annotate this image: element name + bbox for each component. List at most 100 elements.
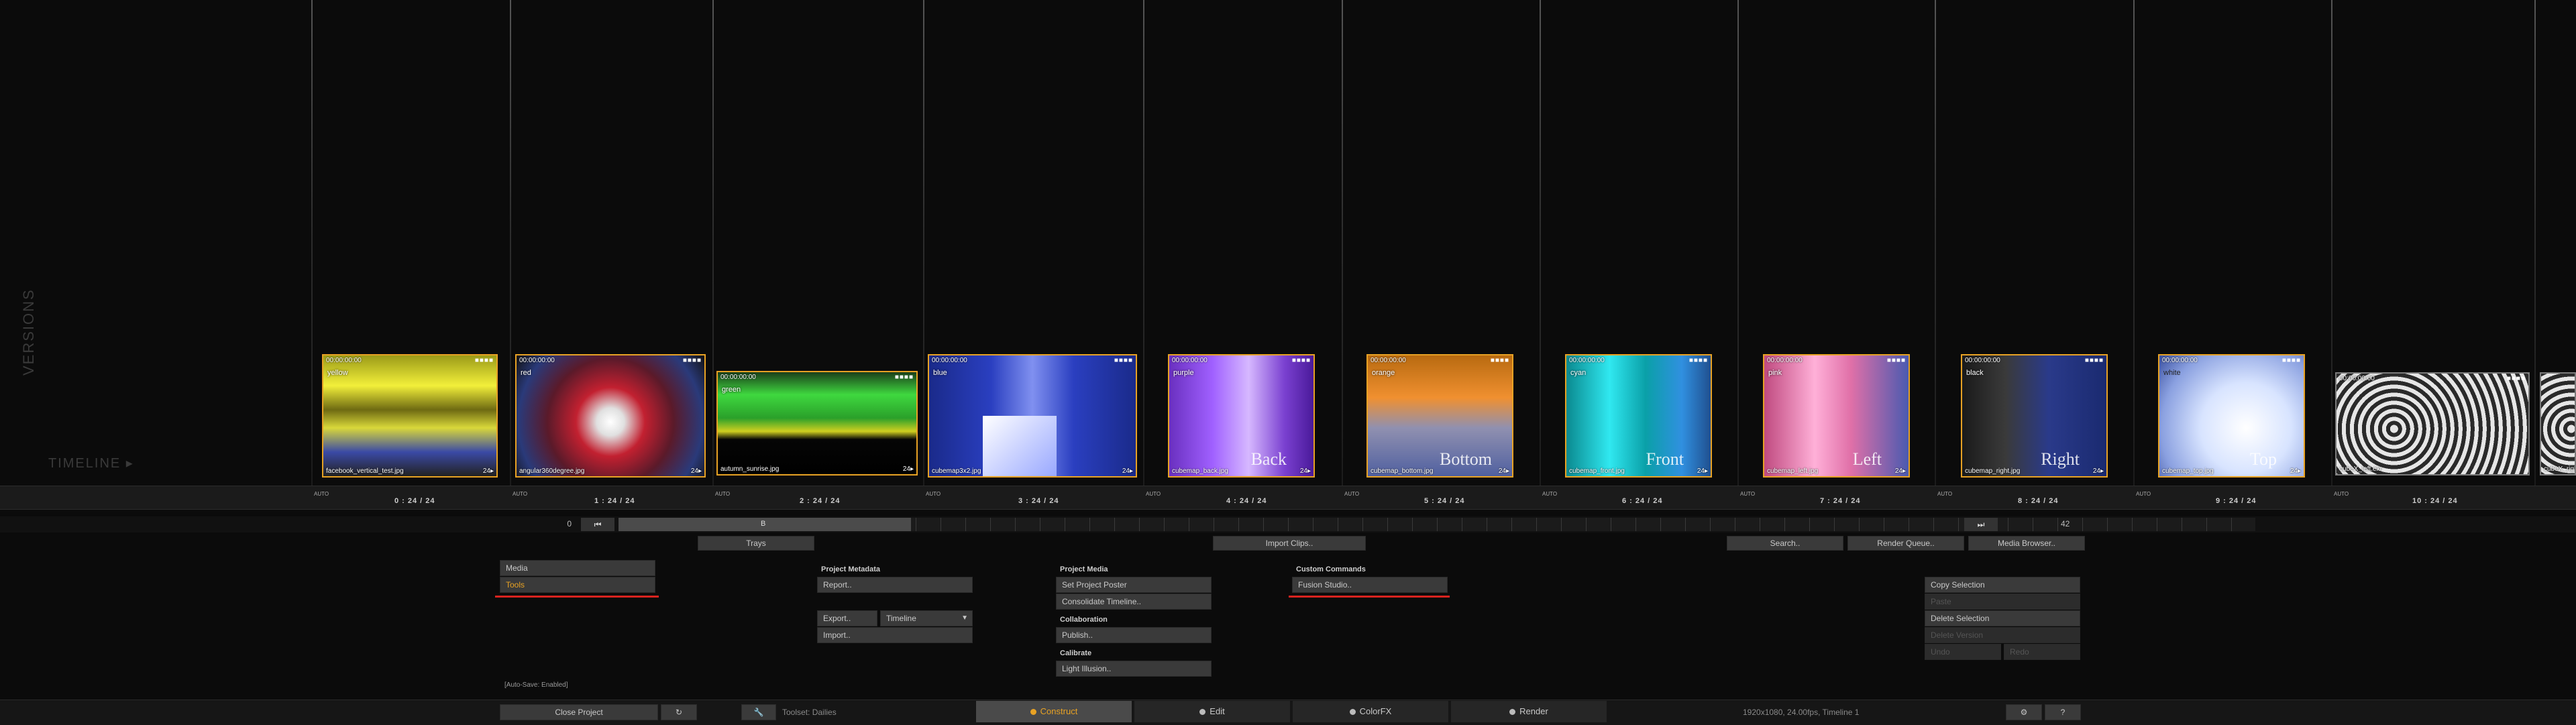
tab-label: Edit	[1210, 706, 1225, 716]
clip-controls-icon[interactable]: ■■■■	[1491, 357, 1509, 364]
clip-2[interactable]: 00:00:00:00 ■■■■ green autumn_sunrise.jp…	[716, 371, 918, 476]
clip-controls-icon[interactable]: ■■■■	[2085, 357, 2104, 364]
color-tag: black	[1966, 369, 1984, 377]
clip-controls-icon[interactable]: ■■■■	[2282, 357, 2301, 364]
auto-icon[interactable]: AUTO	[1344, 492, 1359, 497]
auto-icon[interactable]: AUTO	[2334, 492, 2349, 497]
auto-icon[interactable]: AUTO	[1542, 492, 1557, 497]
undo-button[interactable]: Undo	[1925, 644, 2001, 660]
clip-11[interactable]: cubeX_right	[2540, 372, 2576, 476]
clip-badge: 24▸	[2290, 467, 2301, 475]
clip-controls-icon[interactable]: ■■■■	[1114, 357, 1133, 364]
delete-selection-button[interactable]: Delete Selection	[1925, 610, 2080, 626]
clip-10[interactable]: 00:00:00:00 ■■■■ cubeX_left.exr	[2335, 372, 2530, 476]
clip-filename: cubeX_left.exr	[2339, 465, 2382, 473]
color-tag: blue	[933, 369, 947, 377]
auto-icon[interactable]: AUTO	[2136, 492, 2151, 497]
clip-counter: 10 : 24 / 24	[2412, 497, 2458, 505]
clip-9[interactable]: 00:00:00:00 ■■■■ white Top cubemap_top.j…	[2158, 354, 2305, 478]
tab-edit[interactable]: Edit	[1134, 701, 1290, 722]
light-illusion-button[interactable]: Light Illusion..	[1056, 661, 1212, 677]
go-to-start-button[interactable]: ⏮	[581, 518, 614, 531]
consolidate-timeline-button[interactable]: Consolidate Timeline..	[1056, 594, 1212, 610]
clip-controls-icon[interactable]: ■■■■	[683, 357, 702, 364]
set-project-poster-button[interactable]: Set Project Poster	[1056, 577, 1212, 593]
import-button[interactable]: Import..	[817, 627, 973, 643]
media-browser-button[interactable]: Media Browser..	[1968, 536, 2085, 551]
render-queue-button[interactable]: Render Queue..	[1847, 536, 1964, 551]
clip-controls-icon[interactable]: ■■■■	[895, 374, 914, 381]
clip-filename: cubemap_right.jpg	[1965, 467, 2021, 475]
import-clips-button[interactable]: Import Clips..	[1213, 536, 1366, 551]
cubemap-face-label: Right	[2041, 449, 2080, 469]
clip-controls-icon[interactable]: ■■■■	[1689, 357, 1708, 364]
clip-thumbnail	[2541, 374, 2575, 474]
go-to-end-button[interactable]: ⏭	[1964, 518, 1998, 531]
tab-construct[interactable]: Construct	[976, 701, 1132, 722]
clip-controls-icon[interactable]: ■■■■	[1292, 357, 1311, 364]
clip-thumbnail	[1962, 355, 2106, 476]
publish-button[interactable]: Publish..	[1056, 627, 1212, 643]
tab-colorfx[interactable]: ColorFX	[1293, 701, 1448, 722]
clip-controls-icon[interactable]: ■■■■	[1887, 357, 1906, 364]
auto-icon[interactable]: AUTO	[513, 492, 527, 497]
clip-1[interactable]: 00:00:00:00 ■■■■ red angular360degree.jp…	[515, 354, 706, 478]
timecode: 00:00:00:00	[720, 374, 756, 381]
clip-controls-icon[interactable]: ■■■■	[475, 357, 494, 364]
custom-commands-underline	[1289, 596, 1450, 598]
delete-version-button[interactable]: Delete Version	[1925, 627, 2080, 643]
custom-commands-header: Custom Commands	[1296, 565, 1366, 573]
auto-icon[interactable]: AUTO	[715, 492, 730, 497]
color-tag: orange	[1372, 369, 1395, 377]
timeline-label[interactable]: TIMELINE ▸	[48, 455, 134, 471]
trays-button[interactable]: Trays	[698, 536, 814, 551]
clip-counter: 5 : 24 / 24	[1424, 497, 1465, 505]
auto-icon[interactable]: AUTO	[1740, 492, 1755, 497]
auto-icon[interactable]: AUTO	[314, 492, 329, 497]
copy-selection-button[interactable]: Copy Selection	[1925, 577, 2080, 593]
tools-menu-item[interactable]: Tools	[500, 577, 655, 593]
project-format-status: 1920x1080, 24.00fps, Timeline 1	[1743, 708, 1860, 717]
timeline-divider	[2331, 0, 2332, 510]
clip-7[interactable]: 00:00:00:00 ■■■■ pink Left cubemap_left.…	[1763, 354, 1910, 478]
auto-icon[interactable]: AUTO	[1146, 492, 1161, 497]
clip-badge: 24▸	[1697, 467, 1708, 475]
clip-filename: cubemap3x2.jpg	[932, 467, 981, 475]
fusion-studio-button[interactable]: Fusion Studio..	[1292, 577, 1448, 593]
report-button[interactable]: Report..	[817, 577, 973, 593]
clip-5[interactable]: 00:00:00:00 ■■■■ orange Bottom cubemap_b…	[1366, 354, 1513, 478]
cubemap-face-label: Front	[1646, 449, 1684, 469]
help-button[interactable]: ?	[2045, 704, 2081, 720]
clip-counter: 4 : 24 / 24	[1226, 497, 1267, 505]
auto-icon[interactable]: AUTO	[1937, 492, 1952, 497]
cubemap-face	[983, 416, 1057, 476]
timecode: 00:00:00:00	[2339, 375, 2375, 382]
clip-controls-icon[interactable]: ■■■■	[2507, 375, 2526, 382]
auto-icon[interactable]: AUTO	[926, 492, 941, 497]
search-button[interactable]: Search..	[1727, 536, 1843, 551]
clip-8[interactable]: 00:00:00:00 ■■■■ black Right cubemap_rig…	[1961, 354, 2108, 478]
wrench-icon[interactable]: 🔧	[741, 704, 776, 720]
refresh-icon[interactable]: ↻	[661, 704, 697, 720]
clip-3[interactable]: 00:00:00:00 ■■■■ blue cubemap3x2.jpg 24▸	[928, 354, 1137, 478]
clip-thumbnail	[2159, 355, 2304, 476]
paste-button[interactable]: Paste	[1925, 594, 2080, 610]
export-button[interactable]: Export..	[817, 610, 877, 626]
tab-indicator-dot	[1349, 709, 1356, 716]
versions-label[interactable]: VERSIONS	[20, 288, 38, 376]
clip-4[interactable]: 00:00:00:00 ■■■■ purple Back cubemap_bac…	[1168, 354, 1315, 478]
timecode: 00:00:00:00	[326, 357, 362, 364]
redo-button[interactable]: Redo	[2004, 644, 2080, 660]
autosave-status: [Auto-Save: Enabled]	[504, 681, 568, 689]
close-project-button[interactable]: Close Project	[500, 704, 658, 720]
color-tag: yellow	[327, 369, 348, 377]
clip-0[interactable]: 00:00:00:00 ■■■■ yellow facebook_vertica…	[322, 354, 498, 478]
clip-counter: 0 : 24 / 24	[394, 497, 435, 505]
export-type-dropdown[interactable]: Timeline ▼	[880, 610, 973, 626]
media-menu-item[interactable]: Media	[500, 560, 655, 576]
timeline-divider	[1737, 0, 1739, 510]
clip-badge: 24▸	[1299, 467, 1311, 475]
gear-icon[interactable]: ⚙	[2006, 704, 2042, 720]
tab-render[interactable]: Render	[1451, 701, 1607, 722]
clip-6[interactable]: 00:00:00:00 ■■■■ cyan Front cubemap_fron…	[1565, 354, 1712, 478]
